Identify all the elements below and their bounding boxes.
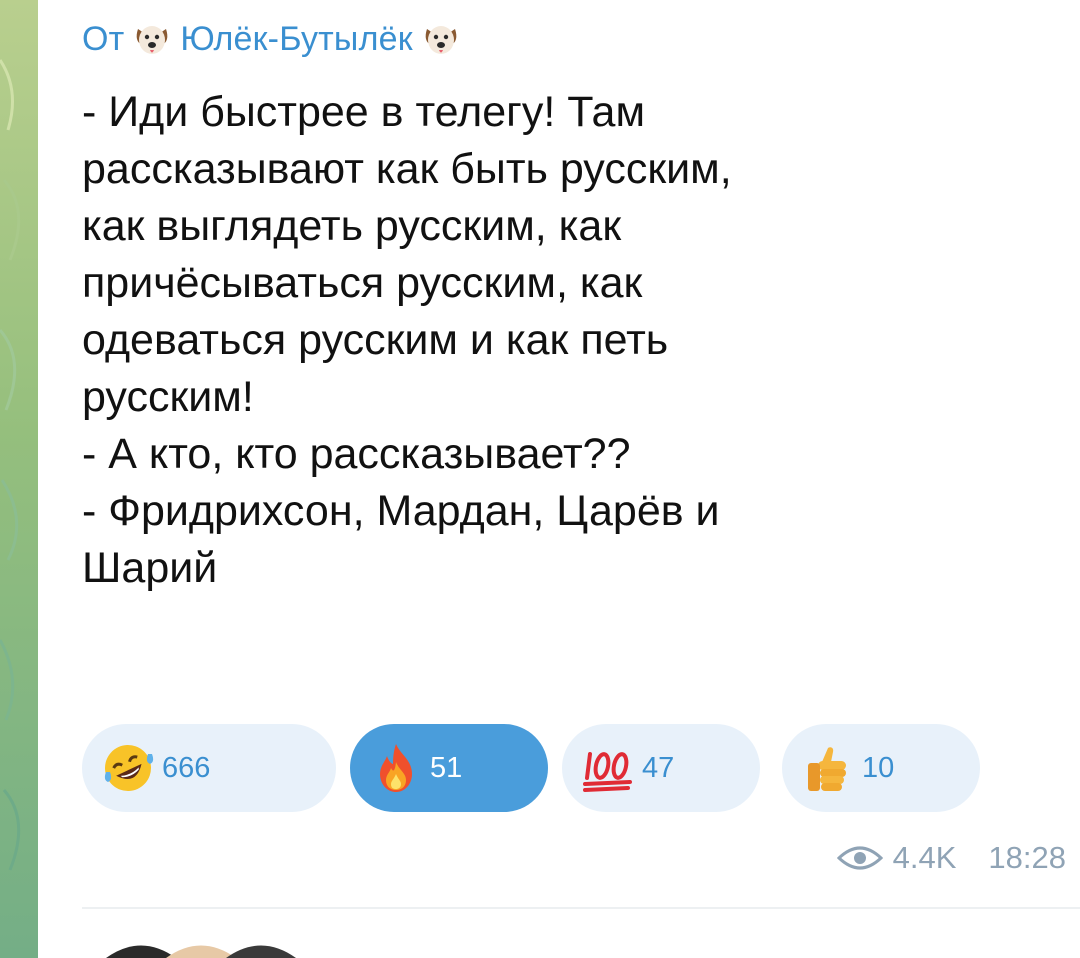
rolling-on-floor-laughing-emoji-icon — [104, 745, 154, 791]
reaction-count: 666 — [162, 751, 211, 784]
thumbs-up-emoji-icon — [808, 747, 846, 791]
message-divider — [82, 907, 1080, 909]
reaction-count: 10 — [862, 751, 895, 784]
reaction-count: 51 — [430, 751, 463, 784]
dog-face-emoji-icon — [421, 19, 461, 59]
eye-icon — [836, 846, 883, 870]
views-count: 4.4K — [892, 840, 957, 875]
next-post-avatars — [106, 945, 296, 958]
message-meta: 4.4K 18:28 — [836, 838, 1066, 878]
reaction-fire[interactable]: 51 — [350, 724, 548, 812]
message-bubble[interactable]: От Юлёк-Бутылёк - Иди быстрее в телегу! … — [38, 0, 1080, 958]
reaction-hundred[interactable]: 47 — [562, 724, 760, 812]
hundred-points-emoji-icon — [583, 752, 632, 792]
forwarded-prefix: От — [82, 19, 125, 58]
reaction-thumbs-up[interactable]: 10 — [782, 724, 980, 812]
forwarded-from-header[interactable]: От Юлёк-Бутылёк — [82, 14, 469, 64]
chat-wallpaper — [0, 0, 38, 958]
reaction-count: 47 — [642, 751, 675, 784]
forwarded-channel-name[interactable]: Юлёк-Бутылёк — [180, 20, 412, 59]
message-time: 18:28 — [988, 840, 1066, 875]
fire-emoji-icon — [380, 744, 412, 792]
reaction-rofl[interactable]: 666 — [82, 724, 336, 812]
message-text: - Иди быстрее в телегу! Там рассказывают… — [82, 88, 732, 592]
dog-face-emoji-icon — [132, 19, 172, 59]
